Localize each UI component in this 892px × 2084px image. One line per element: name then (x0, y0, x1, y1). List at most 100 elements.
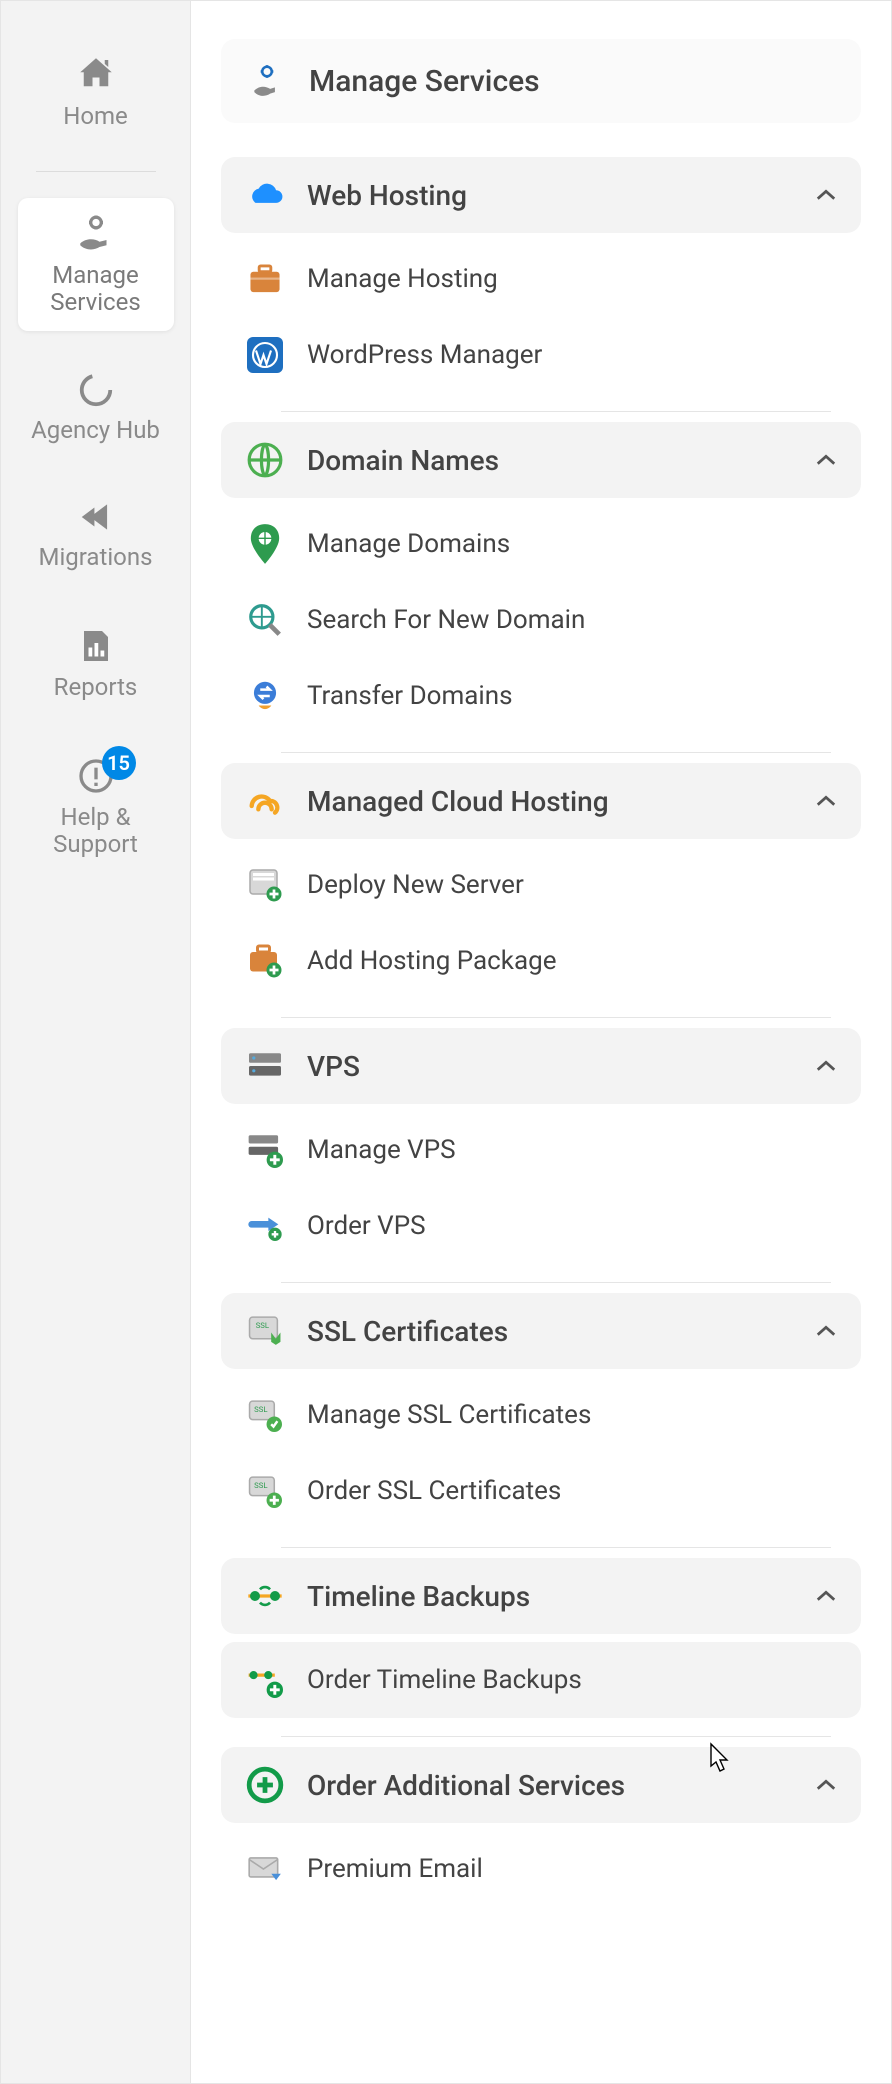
vps-order-icon (245, 1206, 285, 1246)
menu-item-deploy-new-server[interactable]: Deploy New Server (221, 847, 861, 923)
agency-hub-icon (77, 371, 115, 409)
page-title: Manage Services (309, 64, 540, 99)
transfer-icon (245, 676, 285, 716)
section-order-additional-services: Order Additional Services Premium Email (221, 1747, 861, 1911)
ssl-manage-icon: SSL (245, 1395, 285, 1435)
search-globe-icon (245, 600, 285, 640)
section-header[interactable]: Managed Cloud Hosting (221, 763, 861, 839)
chevron-up-icon (815, 1059, 837, 1073)
ssl-icon: SSL (245, 1311, 285, 1351)
home-icon (75, 53, 117, 95)
app-root: Home Manage Services Agency Hub Migrations R… (0, 0, 892, 2084)
plus-circle-icon (245, 1765, 285, 1805)
section-items: Manage Hosting WordPress Manager (221, 233, 861, 397)
section-header[interactable]: Domain Names (221, 422, 861, 498)
menu-item-search-for-new-domain[interactable]: Search For New Domain (221, 582, 861, 658)
menu-item-manage-ssl-certificates[interactable]: SSLManage SSL Certificates (221, 1377, 861, 1453)
cloud-icon (245, 175, 285, 215)
section-header[interactable]: Order Additional Services (221, 1747, 861, 1823)
menu-item-add-hosting-package[interactable]: Add Hosting Package (221, 923, 861, 999)
menu-item-label: Manage VPS (307, 1135, 456, 1165)
sidebar-item-label: Reports (54, 674, 138, 702)
main-panel: Manage Services Web Hosting Manage Hostin… (191, 1, 891, 2083)
section-timeline-backups: Timeline Backups Order Timeline Backups (221, 1558, 861, 1737)
pin-globe-icon (245, 524, 285, 564)
sidebar-divider (36, 171, 156, 172)
section-divider (281, 752, 831, 753)
mail-icon (245, 1849, 285, 1889)
section-title: Web Hosting (307, 179, 793, 212)
sidebar-item-help-support[interactable]: Help & Support15 (18, 742, 174, 873)
ssl-order-icon: SSL (245, 1471, 285, 1511)
section-items: SSLManage SSL CertificatesSSLOrder SSL C… (221, 1369, 861, 1533)
sidebar-item-label: Help & Support (24, 804, 168, 859)
menu-item-order-timeline-backups[interactable]: Order Timeline Backups (221, 1642, 861, 1718)
section-vps: VPS Manage VPS Order VPS (221, 1028, 861, 1283)
wordpress-icon (245, 335, 285, 375)
menu-item-label: Deploy New Server (307, 870, 524, 900)
section-items: Premium Email (221, 1823, 861, 1911)
menu-item-label: Add Hosting Package (307, 946, 557, 976)
section-items: Manage Domains Search For New Domain Trans… (221, 498, 861, 738)
menu-item-order-ssl-certificates[interactable]: SSL Order SSL Certificates (221, 1453, 861, 1529)
server-add-icon (245, 865, 285, 905)
menu-item-manage-hosting[interactable]: Manage Hosting (221, 241, 861, 317)
section-divider (281, 1282, 831, 1283)
section-web-hosting: Web Hosting Manage Hosting WordPress Manag… (221, 157, 861, 412)
chevron-up-icon (815, 188, 837, 202)
menu-item-label: Order VPS (307, 1211, 426, 1241)
chevron-up-icon (815, 453, 837, 467)
vps-icon (245, 1046, 285, 1086)
section-header[interactable]: Timeline Backups (221, 1558, 861, 1634)
menu-item-transfer-domains[interactable]: Transfer Domains (221, 658, 861, 734)
briefcase-icon (245, 259, 285, 299)
timeline-icon (245, 1576, 285, 1616)
svg-text:SSL: SSL (254, 1405, 267, 1414)
menu-item-label: Manage Domains (307, 529, 510, 559)
section-divider (281, 411, 831, 412)
section-divider (281, 1547, 831, 1548)
sidebar-item-reports[interactable]: Reports (18, 612, 174, 716)
section-domain-names: Domain Names Manage Domains Search For New… (221, 422, 861, 753)
menu-item-label: Order SSL Certificates (307, 1476, 561, 1506)
sidebar-item-agency-hub[interactable]: Agency Hub (18, 357, 174, 459)
section-divider (281, 1736, 831, 1737)
section-title: VPS (307, 1050, 793, 1083)
menu-item-label: Premium Email (307, 1854, 483, 1884)
section-managed-cloud-hosting: Managed Cloud Hosting Deploy New Server Ad… (221, 763, 861, 1018)
section-header[interactable]: Web Hosting (221, 157, 861, 233)
sidebar-item-label: Migrations (39, 544, 153, 572)
section-title: Timeline Backups (307, 1580, 793, 1613)
menu-item-manage-vps[interactable]: Manage VPS (221, 1112, 861, 1188)
sections-container: Web Hosting Manage Hosting WordPress Manag… (221, 157, 861, 1911)
menu-item-label: WordPress Manager (307, 340, 542, 370)
section-title: Domain Names (307, 444, 793, 477)
svg-text:SSL: SSL (256, 1321, 269, 1330)
briefcase-add-icon (245, 941, 285, 981)
sidebar-item-label: Manage Services (24, 262, 168, 317)
section-header[interactable]: VPS (221, 1028, 861, 1104)
section-header[interactable]: SSLSSL Certificates (221, 1293, 861, 1369)
sidebar-item-home[interactable]: Home (18, 39, 174, 145)
menu-item-wordpress-manager[interactable]: WordPress Manager (221, 317, 861, 393)
sidebar: Home Manage Services Agency Hub Migrations R… (1, 1, 191, 2083)
section-title: Order Additional Services (307, 1769, 793, 1802)
menu-item-label: Search For New Domain (307, 605, 585, 635)
reports-icon (78, 626, 114, 666)
sidebar-item-migrations[interactable]: Migrations (18, 484, 174, 586)
sidebar-item-label: Home (63, 103, 128, 131)
menu-item-order-vps[interactable]: Order VPS (221, 1188, 861, 1264)
menu-item-manage-domains[interactable]: Manage Domains (221, 506, 861, 582)
manage-services-icon (75, 212, 117, 254)
vps-manage-icon (245, 1130, 285, 1170)
chevron-up-icon (815, 1589, 837, 1603)
chevron-up-icon (815, 794, 837, 808)
cloud-swirl-icon (245, 781, 285, 821)
section-items: Order Timeline Backups (221, 1634, 861, 1722)
chevron-up-icon (815, 1778, 837, 1792)
menu-item-premium-email[interactable]: Premium Email (221, 1831, 861, 1907)
menu-item-label: Order Timeline Backups (307, 1665, 582, 1695)
svg-text:SSL: SSL (254, 1481, 267, 1490)
page-header: Manage Services (221, 39, 861, 123)
sidebar-item-manage-services[interactable]: Manage Services (18, 198, 174, 331)
